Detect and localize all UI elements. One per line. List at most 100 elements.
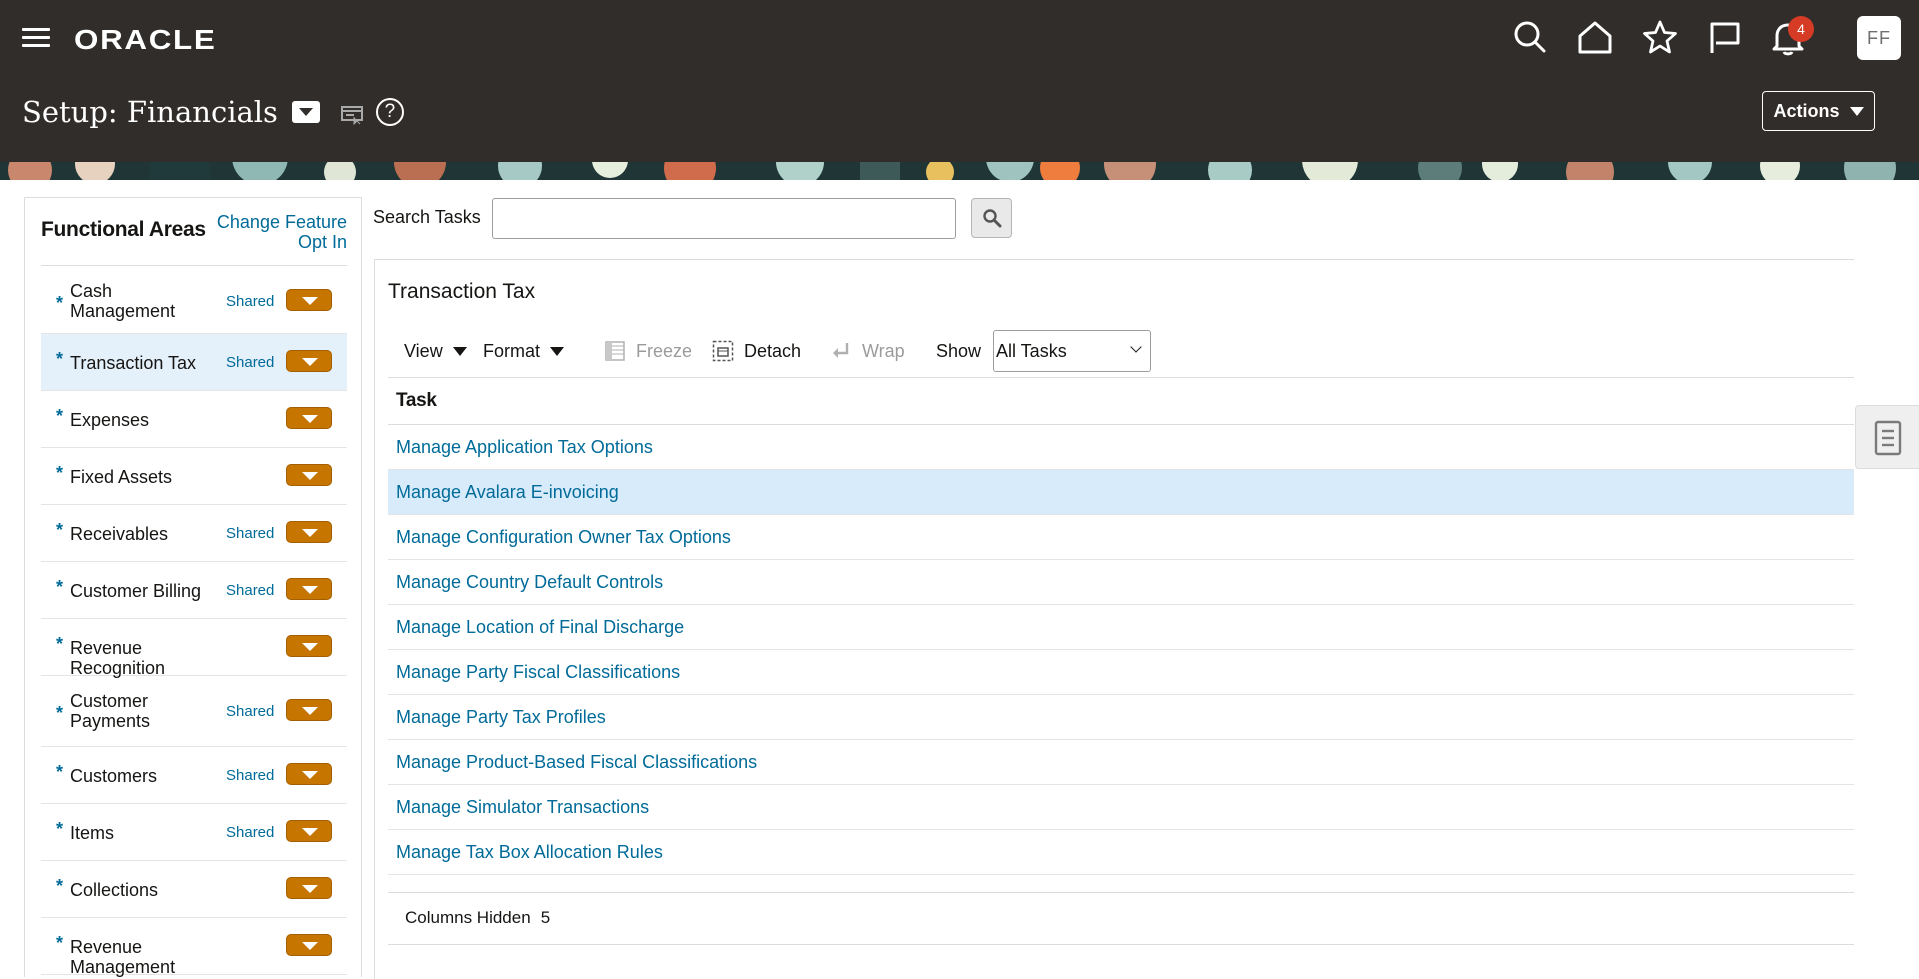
home-icon[interactable] <box>1575 18 1615 58</box>
shared-link[interactable]: Shared <box>226 354 274 371</box>
table-toolbar: View Format Freeze Detach Wrap Show All … <box>388 330 1854 372</box>
functional-area-item[interactable]: * Customer Billing Shared <box>41 562 347 619</box>
required-star: * <box>56 293 64 313</box>
task-link-row[interactable]: Manage Tax Box Allocation Rules <box>388 830 1854 875</box>
shared-link[interactable]: Shared <box>226 767 274 784</box>
table-footer: Columns Hidden 5 <box>388 892 1854 945</box>
shared-link[interactable]: Shared <box>226 525 274 542</box>
functional-area-menu-button[interactable] <box>286 634 332 657</box>
wrap-icon <box>833 343 849 358</box>
functional-area-item[interactable]: * Transaction Tax Shared <box>41 334 347 391</box>
columns-hidden-count[interactable]: 5 <box>541 908 550 927</box>
shared-link[interactable]: Shared <box>226 824 274 841</box>
required-star: * <box>56 519 64 540</box>
functional-area-menu-button[interactable] <box>286 406 332 429</box>
chevron-down-icon <box>1130 341 1142 353</box>
notification-count-badge: 4 <box>1788 16 1814 42</box>
functional-area-label: Customer Billing <box>70 580 202 601</box>
page-title: Setup: Financials <box>22 95 278 129</box>
functional-area-menu-button[interactable] <box>286 463 332 486</box>
side-panel-toggle[interactable] <box>1855 405 1919 469</box>
task-column-header[interactable]: Task <box>388 377 1854 425</box>
task-link-row[interactable]: Manage Product-Based Fiscal Classificati… <box>388 740 1854 785</box>
format-menu[interactable]: Format <box>483 330 565 372</box>
help-icon[interactable]: ? <box>375 98 404 126</box>
detach-button[interactable]: Detach <box>712 330 801 372</box>
freeze-button[interactable]: Freeze <box>604 330 692 372</box>
show-tasks-select[interactable]: All Tasks <box>993 330 1151 372</box>
task-link-row[interactable]: Manage Application Tax Options <box>388 425 1854 470</box>
shared-link[interactable]: Shared <box>226 293 274 310</box>
watchlist-flag-icon[interactable] <box>1705 18 1745 58</box>
required-star: * <box>56 875 64 896</box>
user-avatar[interactable]: FF <box>1857 16 1901 60</box>
functional-area-item[interactable]: * Revenue Recognition <box>41 619 347 678</box>
task-link-row[interactable]: Manage Simulator Transactions <box>388 785 1854 830</box>
task-link-row[interactable]: Manage Avalara E-invoicing <box>388 470 1854 515</box>
functional-area-item[interactable]: * Expenses <box>41 391 347 448</box>
detach-icon <box>712 340 734 362</box>
task-link-row[interactable]: Manage Location of Final Discharge <box>388 605 1854 650</box>
search-button[interactable] <box>971 198 1012 238</box>
task-link-row[interactable]: Manage Country Default Controls <box>388 560 1854 605</box>
navigator-menu-icon[interactable] <box>22 26 50 50</box>
required-star: * <box>56 462 64 483</box>
functional-area-label: Fixed Assets <box>70 466 173 487</box>
view-menu[interactable]: View <box>404 330 467 372</box>
task-link-row[interactable]: Manage Party Tax Profiles <box>388 695 1854 740</box>
wrap-button[interactable]: Wrap <box>830 330 905 372</box>
change-feature-opt-in-link[interactable]: Change Feature Opt In <box>197 212 347 252</box>
functional-area-label: Revenue Management <box>70 936 176 977</box>
functional-area-item[interactable]: * Collections <box>41 861 347 918</box>
task-link-row[interactable]: Manage Party Fiscal Classifications <box>388 650 1854 695</box>
functional-area-menu-button[interactable] <box>286 698 332 721</box>
functional-areas-list: * Cash Management Shared * Transaction Tax Sh… <box>41 270 347 977</box>
functional-area-menu-button[interactable] <box>286 762 332 785</box>
search-tasks-label: Search Tasks <box>373 207 481 227</box>
task-link-row[interactable]: Manage Configuration Owner Tax Options <box>388 515 1854 560</box>
required-star: * <box>56 702 64 723</box>
section-title: Transaction Tax <box>388 280 536 303</box>
document-icon <box>1874 420 1902 456</box>
caret-down-icon <box>550 346 565 356</box>
functional-area-menu-button[interactable] <box>286 819 332 842</box>
functional-area-label: Expenses <box>70 409 150 430</box>
functional-area-item[interactable]: * Cash Management Shared <box>41 270 347 334</box>
shared-link[interactable]: Shared <box>226 582 274 599</box>
shared-link[interactable]: Shared <box>226 703 274 720</box>
magnifier-icon <box>983 209 1002 228</box>
functional-area-label: Cash Management <box>70 281 176 321</box>
actions-menu-button[interactable]: Actions <box>1762 91 1875 131</box>
functional-area-menu-button[interactable] <box>286 289 332 311</box>
contextual-card-icon[interactable] <box>340 99 366 125</box>
functional-area-menu-button[interactable] <box>286 876 332 899</box>
notifications-bell-icon[interactable]: 4 <box>1768 16 1814 58</box>
required-star: * <box>56 576 64 597</box>
required-star: * <box>56 405 64 426</box>
freeze-label: Freeze <box>636 340 693 361</box>
search-icon[interactable] <box>1510 18 1550 58</box>
functional-area-item[interactable]: * Customer Payments Shared <box>41 676 347 747</box>
view-label: View <box>404 340 443 361</box>
actions-label: Actions <box>1773 100 1840 121</box>
detach-label: Detach <box>744 340 802 361</box>
functional-area-item[interactable]: * Receivables Shared <box>41 505 347 562</box>
oracle-logo[interactable]: ORACLE <box>74 24 217 56</box>
functional-area-item[interactable]: * Revenue Management <box>41 918 347 977</box>
functional-area-menu-button[interactable] <box>286 933 332 956</box>
functional-area-label: Revenue Recognition <box>70 637 166 678</box>
functional-area-menu-button[interactable] <box>286 577 332 600</box>
functional-area-label: Customer Payments <box>70 690 151 731</box>
functional-area-menu-button[interactable] <box>286 349 332 372</box>
functional-area-menu-button[interactable] <box>286 520 332 543</box>
page-title-dropdown[interactable] <box>291 101 320 123</box>
caret-down-icon <box>1849 106 1864 116</box>
favorites-star-icon[interactable] <box>1640 18 1680 58</box>
functional-area-label: Items <box>70 822 115 843</box>
search-tasks-input[interactable] <box>492 198 956 239</box>
functional-areas-panel: Functional Areas Change Feature Opt In *… <box>24 197 362 977</box>
functional-area-item[interactable]: * Fixed Assets <box>41 448 347 505</box>
functional-area-label: Customers <box>70 765 158 786</box>
functional-area-item[interactable]: * Customers Shared <box>41 747 347 804</box>
functional-area-item[interactable]: * Items Shared <box>41 804 347 861</box>
